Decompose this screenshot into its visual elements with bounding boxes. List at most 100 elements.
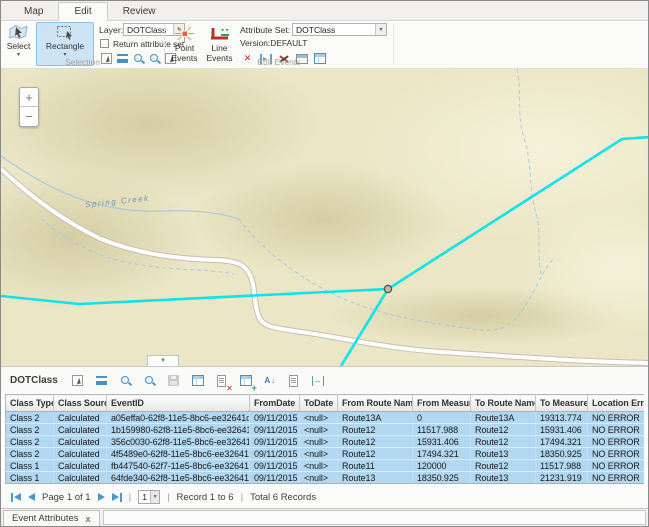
table-cell[interactable]: <null> [300, 460, 338, 472]
table-cell[interactable]: Class 2 [6, 436, 54, 448]
return-attribute-set-checkbox[interactable] [100, 39, 109, 48]
map-canvas[interactable]: Spring Creek + − ▼ [1, 69, 649, 366]
column-header[interactable]: EventID [107, 395, 250, 412]
sort-icon[interactable]: A↓ [262, 373, 278, 389]
first-page-button[interactable] [11, 493, 21, 502]
table-cell[interactable]: Route13 [471, 448, 536, 460]
panel-collapse-tab[interactable]: ▼ [147, 355, 179, 366]
table-cell[interactable]: <null> [300, 448, 338, 460]
table-cell[interactable]: 1b159980-62f8-11e5-8bc6-ee32641d5ec9 [107, 424, 250, 436]
column-header[interactable]: ToDate [300, 395, 338, 412]
table-cell[interactable]: 17494.321 [536, 436, 588, 448]
table-cell[interactable]: Class 2 [6, 412, 54, 424]
table-cell[interactable]: fb447540-62f7-11e5-8bc6-ee32641d5ec9 [107, 460, 250, 472]
tab-event-attributes[interactable]: Event Attributes x [3, 510, 100, 526]
table-cell[interactable]: NO ERROR [588, 472, 645, 484]
save-icon[interactable] [166, 373, 182, 389]
tab-review[interactable]: Review [108, 3, 171, 20]
route-junction-marker[interactable] [384, 285, 391, 292]
table-cell[interactable]: Route13A [471, 412, 536, 424]
table-cell[interactable]: 0 [413, 412, 471, 424]
attribute-set-dropdown[interactable]: DOTClass ▼ [292, 23, 387, 36]
table-cell[interactable]: <null> [300, 472, 338, 484]
table-cell[interactable]: Route11 [338, 460, 413, 472]
table-cell[interactable]: NO ERROR [588, 424, 645, 436]
table-cell[interactable]: Calculated [54, 448, 107, 460]
zoom-in-button[interactable]: + [20, 88, 38, 107]
table-cell[interactable]: Class 1 [6, 460, 54, 472]
column-header[interactable]: Location Error [588, 395, 645, 412]
add-records-icon[interactable]: + [238, 373, 254, 389]
table-cell[interactable]: Route13 [338, 472, 413, 484]
table-cell[interactable]: 09/11/2015 [250, 472, 300, 484]
table-row[interactable]: Class 2Calculated4f5489e0-62f8-11e5-8bc6… [6, 448, 645, 460]
table-cell[interactable]: 09/11/2015 [250, 412, 300, 424]
column-header[interactable]: Class Source [54, 395, 107, 412]
table-cell[interactable]: NO ERROR [588, 436, 645, 448]
table-cell[interactable]: Route13A [338, 412, 413, 424]
table-cell[interactable]: 18350.925 [413, 472, 471, 484]
clear-selection-icon[interactable]: ✕ [214, 373, 230, 389]
table-cell[interactable]: Calculated [54, 424, 107, 436]
table-cell[interactable]: Class 2 [6, 448, 54, 460]
table-cell[interactable]: 4f5489e0-62f8-11e5-8bc6-ee32641d5ec9 [107, 448, 250, 460]
column-header[interactable]: From Measure [413, 395, 471, 412]
tab-edit[interactable]: Edit [58, 2, 107, 21]
table-cell[interactable]: 15931.406 [413, 436, 471, 448]
table-cell[interactable]: 19313.774 [536, 412, 588, 424]
tab-map[interactable]: Map [9, 3, 58, 20]
identify-icon[interactable] [286, 373, 302, 389]
table-row[interactable]: Class 2Calculated356c0030-62f8-11e5-8bc6… [6, 436, 645, 448]
table-cell[interactable]: Route12 [471, 436, 536, 448]
table-cell[interactable]: Route12 [338, 448, 413, 460]
column-header[interactable]: Class Type [6, 395, 54, 412]
previous-page-button[interactable] [28, 493, 35, 501]
table-cell[interactable]: Route12 [338, 436, 413, 448]
table-cell[interactable]: 18350.925 [536, 448, 588, 460]
table-cell[interactable]: Calculated [54, 460, 107, 472]
page-select-dropdown[interactable]: 1 ▼ [138, 490, 160, 504]
column-header[interactable]: To Route Name [471, 395, 536, 412]
switch-view-icon[interactable] [190, 373, 206, 389]
table-cell[interactable]: NO ERROR [588, 460, 645, 472]
table-row[interactable]: Class 2Calculated1b159980-62f8-11e5-8bc6… [6, 424, 645, 436]
table-cell[interactable]: NO ERROR [588, 412, 645, 424]
last-page-button[interactable] [112, 493, 122, 502]
table-cell[interactable]: Route12 [338, 424, 413, 436]
table-cell[interactable]: Calculated [54, 472, 107, 484]
attribute-set-dropdown-arrow-icon[interactable]: ▼ [375, 24, 386, 35]
table-cell[interactable]: 21231.919 [536, 472, 588, 484]
table-cell[interactable]: 17494.321 [413, 448, 471, 460]
table-cell[interactable]: Route12 [471, 424, 536, 436]
column-header[interactable]: FromDate [250, 395, 300, 412]
table-cell[interactable]: Calculated [54, 436, 107, 448]
table-cell[interactable]: Route12 [471, 460, 536, 472]
table-cell[interactable]: <null> [300, 424, 338, 436]
next-page-button[interactable] [98, 493, 105, 501]
table-cell[interactable]: Class 1 [6, 472, 54, 484]
fit-columns-icon[interactable]: ↔ [310, 373, 326, 389]
table-cell[interactable]: Class 2 [6, 424, 54, 436]
close-tab-icon[interactable]: x [86, 514, 91, 524]
table-menu-icon[interactable] [94, 373, 110, 389]
table-cell[interactable]: <null> [300, 436, 338, 448]
table-cell[interactable]: 11517.988 [536, 460, 588, 472]
table-cell[interactable]: 15931.406 [536, 424, 588, 436]
zoom-out-button[interactable]: − [20, 107, 38, 126]
column-header[interactable]: From Route Name [338, 395, 413, 412]
table-cell[interactable]: 09/11/2015 [250, 436, 300, 448]
table-cell[interactable]: 11517.988 [413, 424, 471, 436]
table-cell[interactable]: 09/11/2015 [250, 424, 300, 436]
pan-to-selection-icon[interactable] [142, 373, 158, 389]
table-cell[interactable]: <null> [300, 412, 338, 424]
table-cell[interactable]: 64fde340-62f8-11e5-8bc6-ee32641d5ec9 [107, 472, 250, 484]
zoom-to-selection-icon[interactable] [118, 373, 134, 389]
table-row[interactable]: Class 2Calculateda05effa0-62f8-11e5-8bc6… [6, 412, 645, 424]
table-cell[interactable]: NO ERROR [588, 448, 645, 460]
table-row[interactable]: Class 1Calculated64fde340-62f8-11e5-8bc6… [6, 472, 645, 484]
table-cell[interactable]: Calculated [54, 412, 107, 424]
table-cell[interactable]: a05effa0-62f8-11e5-8bc6-ee32641d5ec9 [107, 412, 250, 424]
table-cell[interactable]: 09/11/2015 [250, 460, 300, 472]
table-cell[interactable]: Route13 [471, 472, 536, 484]
table-cell[interactable]: 09/11/2015 [250, 448, 300, 460]
